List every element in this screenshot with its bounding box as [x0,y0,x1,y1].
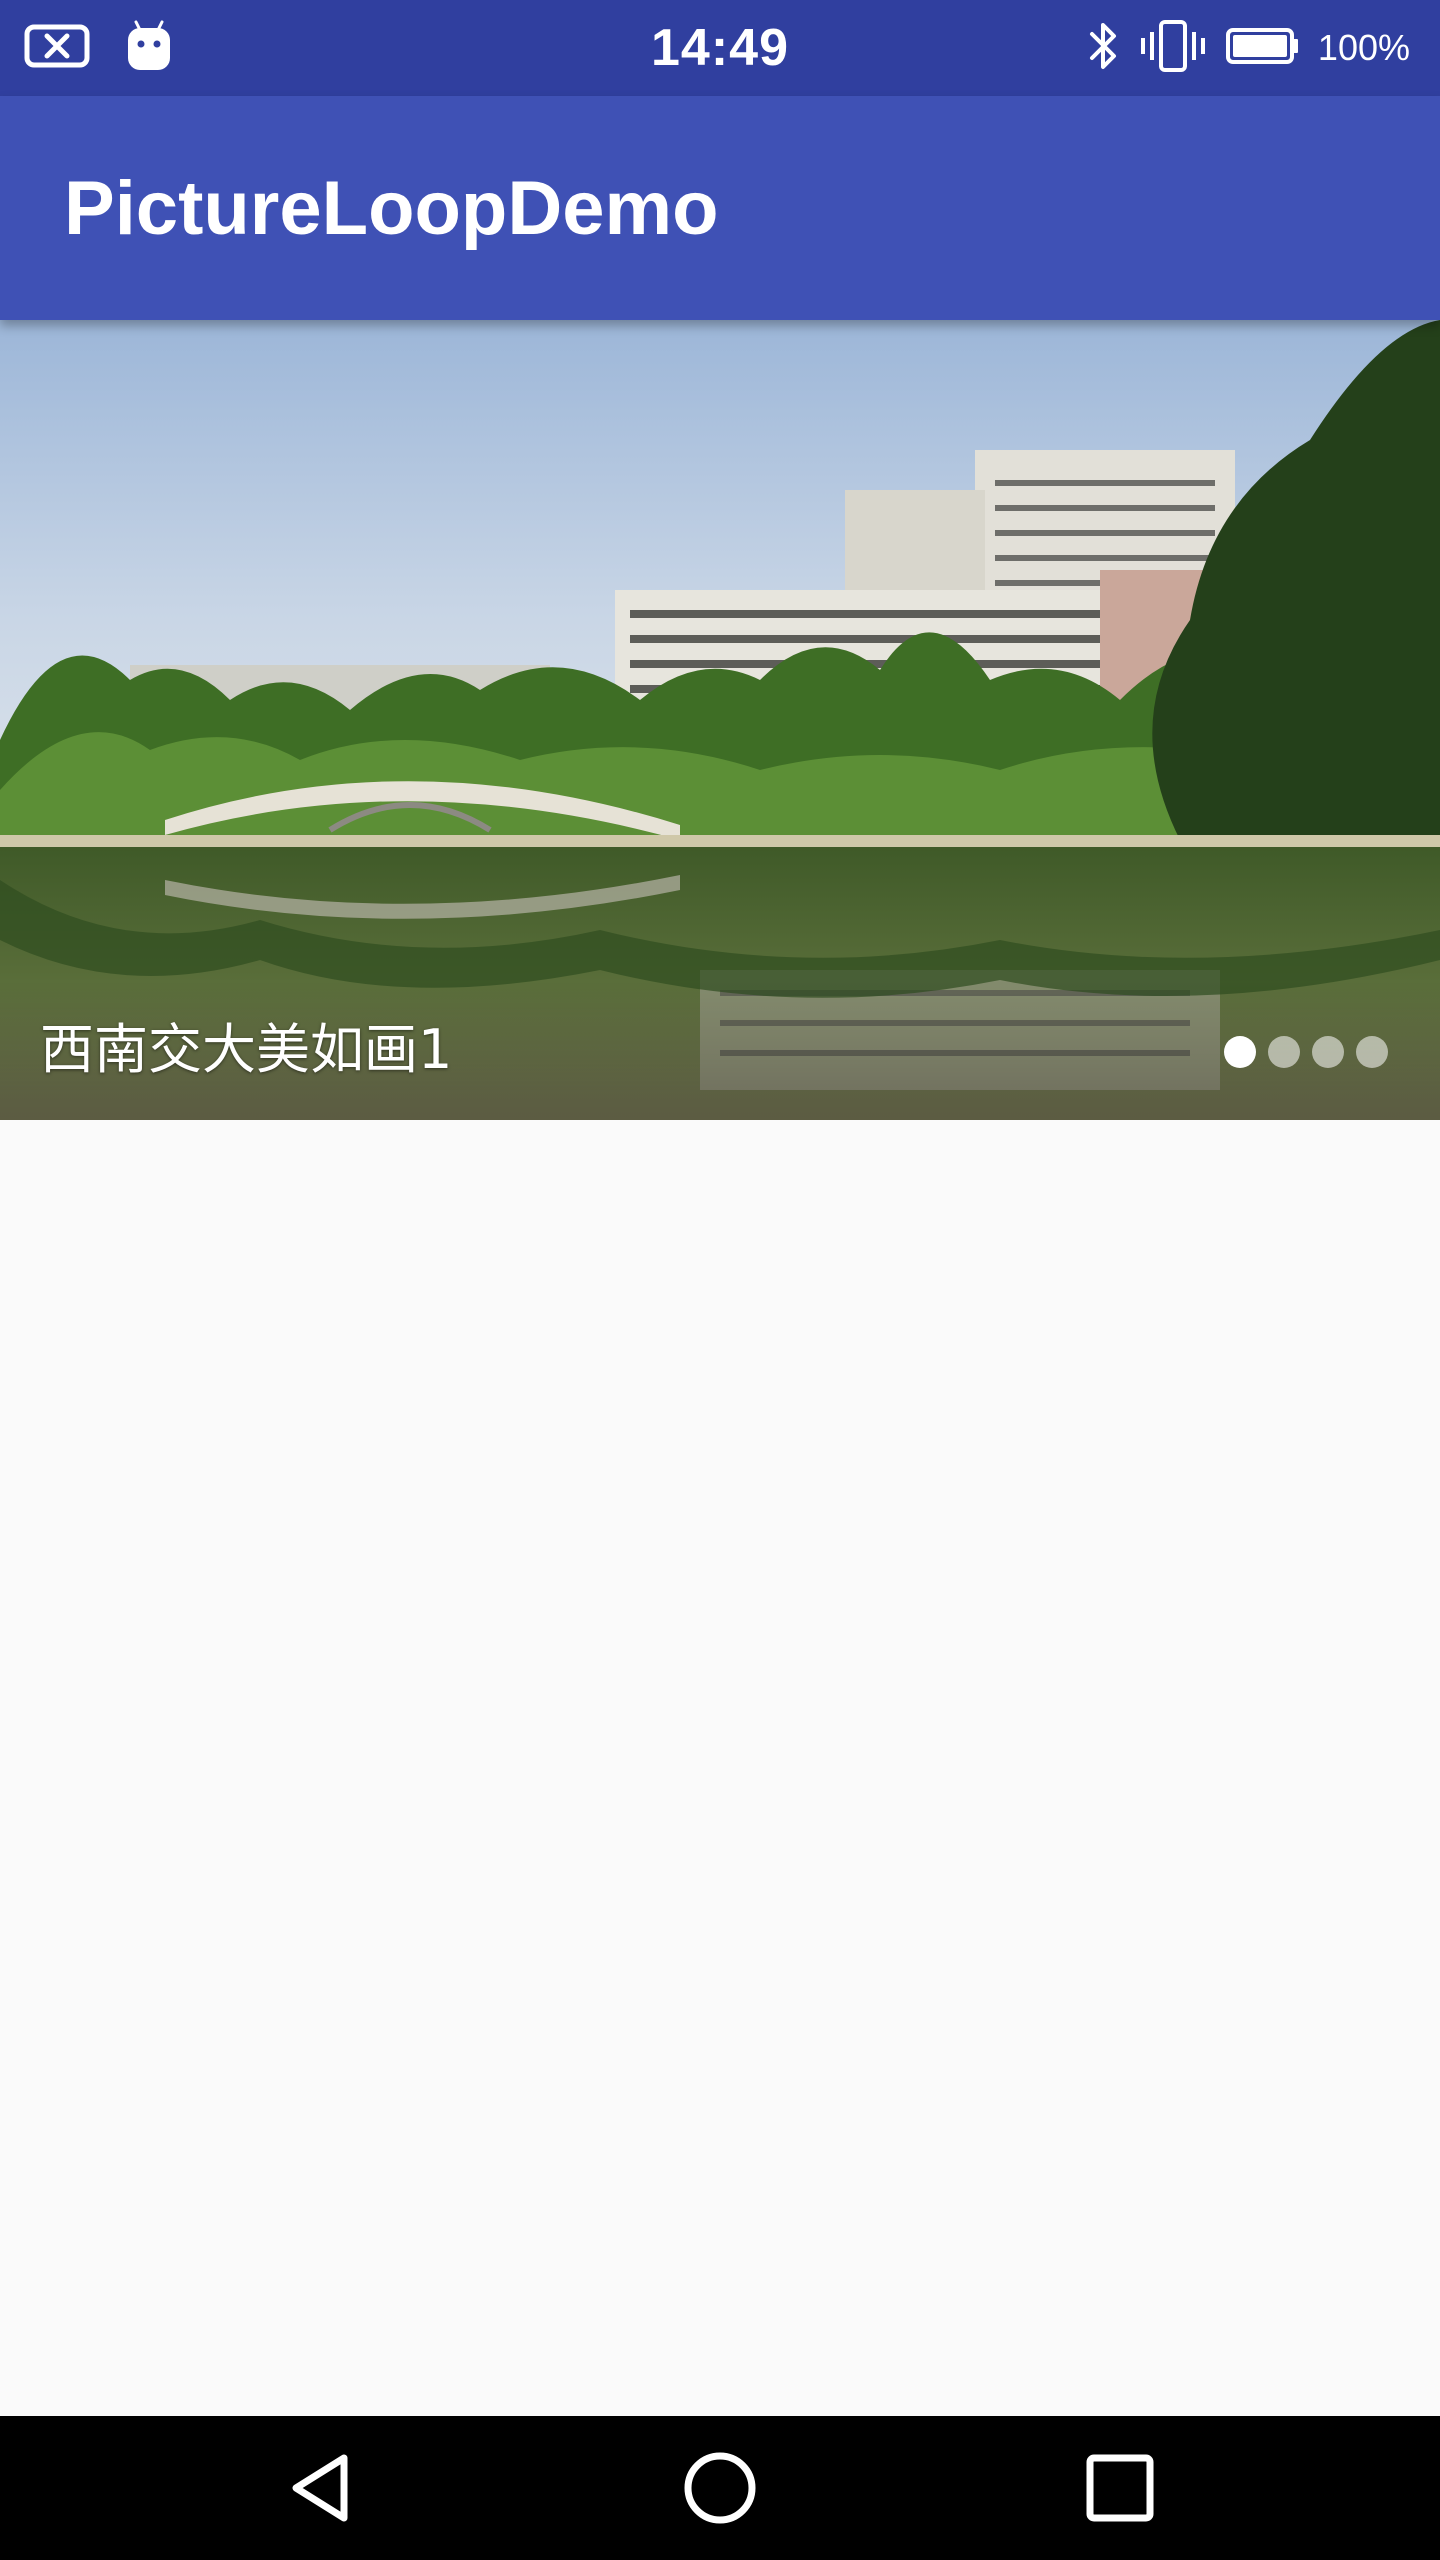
battery-percent: 100% [1317,27,1410,68]
page-dot-2[interactable] [1268,1036,1300,1068]
image-carousel[interactable]: 西南交大美如画1 [0,320,1440,1120]
app-title: PictureLoopDemo [64,165,719,251]
navigation-bar [0,2416,1440,2560]
page-dot-3[interactable] [1312,1036,1344,1068]
back-icon [292,2454,348,2522]
back-button[interactable] [272,2438,372,2538]
bluetooth-icon [1086,18,1120,78]
status-bar: 14:49 100% [0,0,1440,96]
home-button[interactable] [670,2438,770,2538]
page-indicator [1224,1036,1388,1068]
app-bar: PictureLoopDemo [0,96,1440,320]
recents-icon [1086,2454,1154,2522]
recents-button[interactable] [1070,2438,1170,2538]
vibrate-icon [1138,18,1208,78]
status-right-icons: 100% [1086,18,1410,78]
battery-icon [1225,26,1300,70]
carousel-caption: 西南交大美如画1 [40,1018,453,1081]
home-icon [684,2452,756,2524]
page-dot-1[interactable] [1224,1036,1256,1068]
page-dot-4[interactable] [1356,1036,1388,1068]
